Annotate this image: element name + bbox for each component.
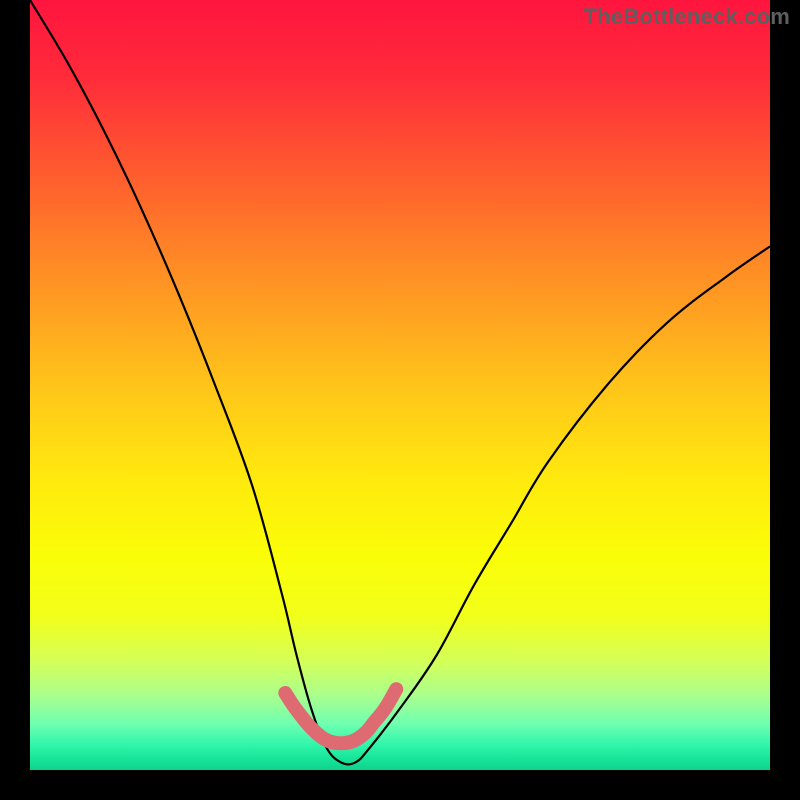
chart-stage: TheBottleneck.com <box>0 0 800 800</box>
chart-svg <box>0 0 800 800</box>
watermark-text: TheBottleneck.com <box>584 4 790 30</box>
plot-background <box>30 0 770 770</box>
